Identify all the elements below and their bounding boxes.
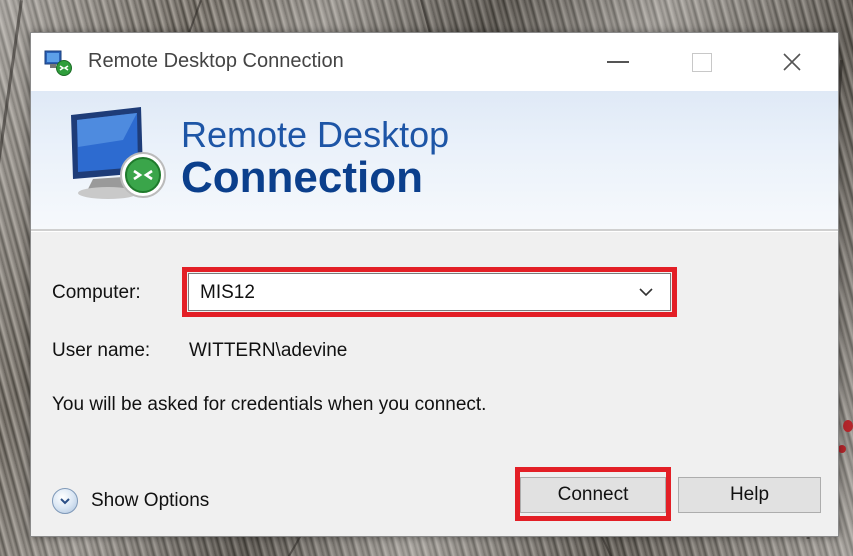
close-button[interactable] xyxy=(766,41,818,83)
title-bar[interactable]: Remote Desktop Connection xyxy=(31,33,838,91)
show-options-toggle[interactable]: Show Options xyxy=(52,485,209,517)
window-title: Remote Desktop Connection xyxy=(88,50,344,72)
computer-input[interactable]: MIS12 xyxy=(200,282,255,304)
computer-label: Computer: xyxy=(52,282,141,303)
banner-title-line1: Remote Desktop xyxy=(181,114,450,155)
credentials-info-text: You will be asked for credentials when y… xyxy=(52,394,487,415)
remote-desktop-window: Remote Desktop Connection Remote Desktop… xyxy=(30,32,839,537)
user-name-value: WITTERN\adevine xyxy=(189,340,348,361)
minimize-button[interactable] xyxy=(592,41,644,83)
banner: Remote Desktop Connection xyxy=(31,91,838,229)
help-button[interactable]: Help xyxy=(678,477,821,513)
chevron-down-icon[interactable] xyxy=(638,280,654,309)
connect-button[interactable]: Connect xyxy=(520,477,666,513)
maximize-button[interactable] xyxy=(676,41,728,83)
show-options-label[interactable]: Show Options xyxy=(91,490,209,512)
user-name-label: User name: xyxy=(52,340,151,361)
remote-desktop-icon xyxy=(43,49,73,77)
close-icon xyxy=(783,53,801,71)
minimize-icon xyxy=(607,61,629,63)
expand-circle-icon[interactable] xyxy=(52,488,78,514)
maximize-icon xyxy=(692,52,712,72)
monitor-connection-icon xyxy=(63,105,173,205)
computer-combobox[interactable]: MIS12 xyxy=(188,273,671,311)
banner-title-line2: Connection xyxy=(181,153,423,202)
banner-divider-highlight xyxy=(31,231,838,232)
